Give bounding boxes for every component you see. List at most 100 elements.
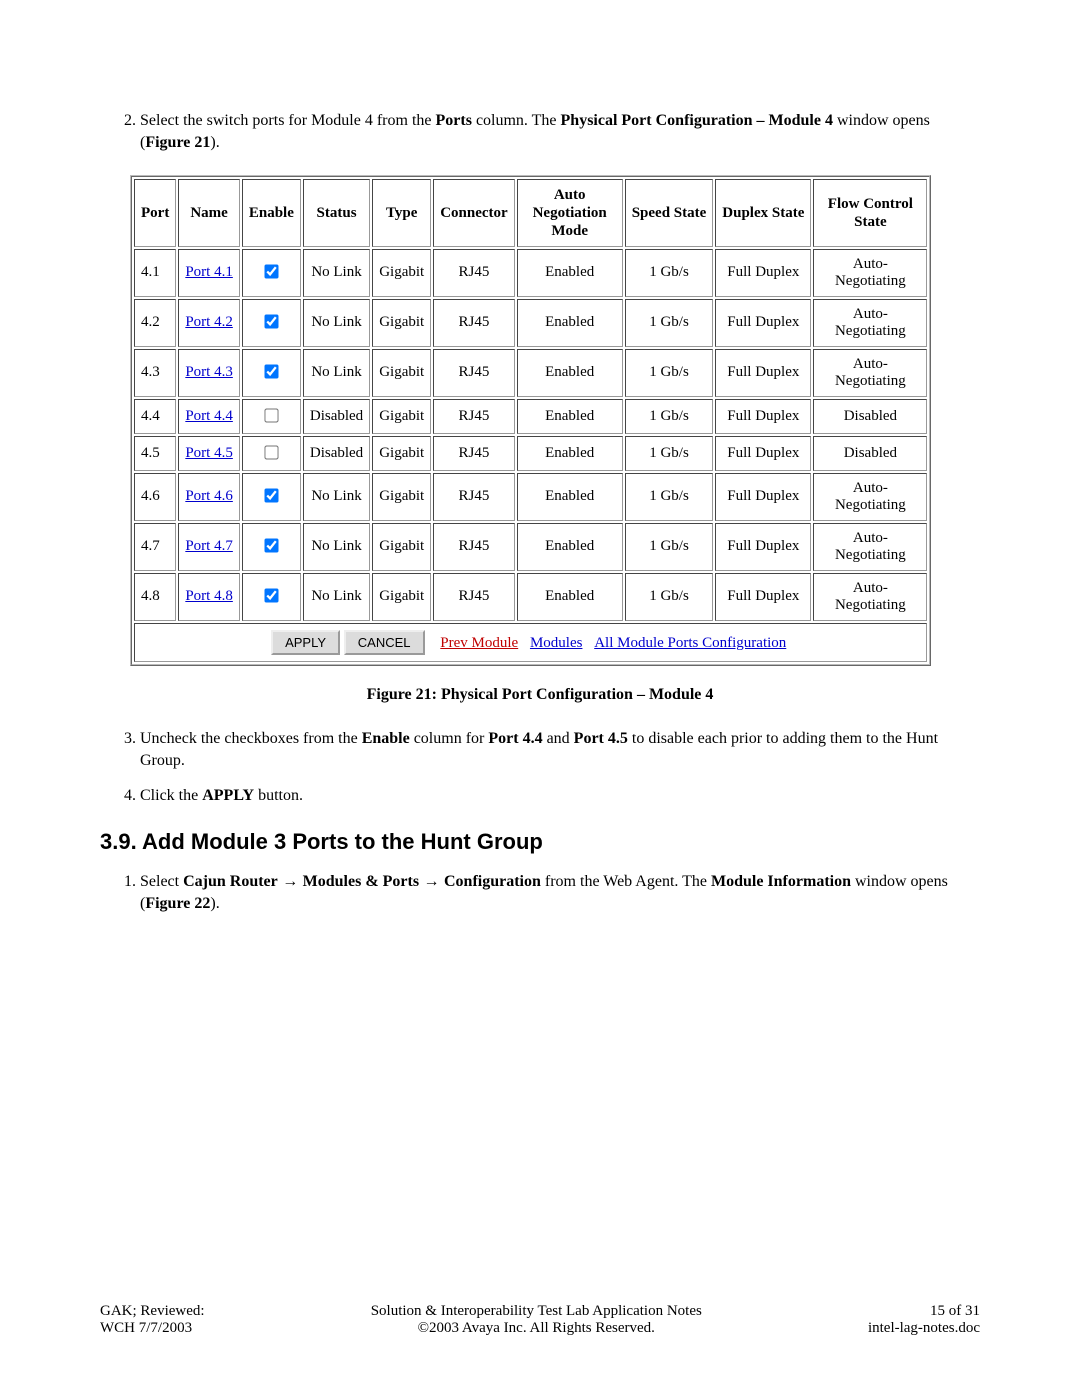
step3-mid1: column for: [410, 730, 489, 747]
enable-checkbox[interactable]: [265, 408, 279, 422]
port-link[interactable]: Port 4.1: [185, 264, 233, 280]
s391-b5: Figure 22: [145, 895, 210, 912]
step3-prefix: Uncheck the checkboxes from the: [140, 730, 362, 747]
cell-enable: [242, 436, 301, 471]
figure-caption: Figure 21: Physical Port Configuration –…: [100, 686, 980, 704]
modules-link[interactable]: Modules: [530, 635, 583, 651]
port-link[interactable]: Port 4.5: [185, 445, 233, 461]
step2-b3: Figure 21: [145, 134, 210, 151]
step-4: Click the APPLY button.: [140, 785, 980, 807]
cell-status: No Link: [303, 349, 370, 397]
th-speed: Speed State: [625, 179, 714, 247]
step-list-2: Uncheck the checkboxes from the Enable c…: [100, 728, 980, 807]
cell-speed: 1 Gb/s: [625, 249, 714, 297]
cell-duplex: Full Duplex: [715, 523, 811, 571]
table-row: 4.2Port 4.2No LinkGigabitRJ45Enabled1 Gb…: [134, 299, 927, 347]
cell-flow: Disabled: [813, 399, 927, 434]
enable-checkbox[interactable]: [265, 489, 279, 503]
enable-checkbox[interactable]: [265, 265, 279, 279]
cell-connector: RJ45: [433, 473, 515, 521]
cell-name: Port 4.7: [178, 523, 240, 571]
table-row: 4.7Port 4.7No LinkGigabitRJ45Enabled1 Gb…: [134, 523, 927, 571]
enable-checkbox[interactable]: [265, 539, 279, 553]
enable-checkbox[interactable]: [265, 445, 279, 459]
th-type: Type: [372, 179, 431, 247]
apply-button[interactable]: APPLY: [271, 630, 340, 655]
table-row: 4.6Port 4.6No LinkGigabitRJ45Enabled1 Gb…: [134, 473, 927, 521]
port-link[interactable]: Port 4.7: [185, 538, 233, 554]
footer-left: GAK; Reviewed: WCH 7/7/2003: [100, 1303, 205, 1337]
cell-auto-negotiation: Enabled: [517, 399, 623, 434]
cell-duplex: Full Duplex: [715, 473, 811, 521]
th-connector: Connector: [433, 179, 515, 247]
cell-port: 4.1: [134, 249, 176, 297]
table-row: 4.8Port 4.8No LinkGigabitRJ45Enabled1 Gb…: [134, 573, 927, 621]
cell-status: No Link: [303, 249, 370, 297]
cell-port: 4.8: [134, 573, 176, 621]
table-action-row: APPLY CANCEL Prev Module Modules All Mod…: [134, 623, 927, 662]
cell-name: Port 4.4: [178, 399, 240, 434]
footer-right1: 15 of 31: [868, 1303, 980, 1320]
step-3: Uncheck the checkboxes from the Enable c…: [140, 728, 980, 773]
s391-b4: Module Information: [711, 873, 851, 890]
cell-name: Port 4.1: [178, 249, 240, 297]
s391-b2: Modules & Ports: [303, 873, 419, 890]
cell-auto-negotiation: Enabled: [517, 473, 623, 521]
cell-duplex: Full Duplex: [715, 299, 811, 347]
arrow-icon-1: →: [278, 873, 303, 890]
step3-b3: Port 4.5: [574, 730, 628, 747]
s391-b3: Configuration: [444, 873, 541, 890]
cell-status: No Link: [303, 299, 370, 347]
cell-enable: [242, 299, 301, 347]
port-link[interactable]: Port 4.6: [185, 488, 233, 504]
cell-flow: Auto-Negotiating: [813, 349, 927, 397]
port-link[interactable]: Port 4.2: [185, 314, 233, 330]
step-list-3: Select Cajun Router → Modules & Ports → …: [100, 871, 980, 916]
cell-name: Port 4.2: [178, 299, 240, 347]
prev-module-link[interactable]: Prev Module: [440, 635, 518, 651]
footer-center1: Solution & Interoperability Test Lab App…: [205, 1303, 868, 1320]
s391-suffix: ).: [210, 895, 219, 912]
table-header-row: Port Name Enable Status Type Connector A…: [134, 179, 927, 247]
enable-checkbox[interactable]: [265, 589, 279, 603]
cell-flow: Auto-Negotiating: [813, 473, 927, 521]
cell-connector: RJ45: [433, 299, 515, 347]
th-duplex: Duplex State: [715, 179, 811, 247]
cell-speed: 1 Gb/s: [625, 523, 714, 571]
table-row: 4.5Port 4.5DisabledGigabitRJ45Enabled1 G…: [134, 436, 927, 471]
all-ports-config-link[interactable]: All Module Ports Configuration: [594, 635, 786, 651]
th-port: Port: [134, 179, 176, 247]
cell-enable: [242, 249, 301, 297]
cell-type: Gigabit: [372, 399, 431, 434]
cell-name: Port 4.3: [178, 349, 240, 397]
cell-type: Gigabit: [372, 299, 431, 347]
step3-b1: Enable: [362, 730, 410, 747]
cell-name: Port 4.6: [178, 473, 240, 521]
cell-flow: Disabled: [813, 436, 927, 471]
port-link[interactable]: Port 4.8: [185, 588, 233, 604]
cell-name: Port 4.5: [178, 436, 240, 471]
table-row: 4.4Port 4.4DisabledGigabitRJ45Enabled1 G…: [134, 399, 927, 434]
ports-table: Port Name Enable Status Type Connector A…: [130, 175, 931, 666]
cell-port: 4.4: [134, 399, 176, 434]
step3-b2: Port 4.4: [488, 730, 542, 747]
port-link[interactable]: Port 4.4: [185, 408, 233, 424]
page-footer: GAK; Reviewed: WCH 7/7/2003 Solution & I…: [100, 1303, 980, 1337]
cell-connector: RJ45: [433, 399, 515, 434]
th-enable: Enable: [242, 179, 301, 247]
footer-center2: ©2003 Avaya Inc. All Rights Reserved.: [205, 1320, 868, 1337]
cell-port: 4.2: [134, 299, 176, 347]
cell-status: No Link: [303, 523, 370, 571]
cell-auto-negotiation: Enabled: [517, 249, 623, 297]
cell-auto-negotiation: Enabled: [517, 573, 623, 621]
enable-checkbox[interactable]: [265, 315, 279, 329]
cell-duplex: Full Duplex: [715, 249, 811, 297]
enable-checkbox[interactable]: [265, 365, 279, 379]
cell-enable: [242, 523, 301, 571]
cancel-button[interactable]: CANCEL: [344, 630, 425, 655]
cell-auto-negotiation: Enabled: [517, 523, 623, 571]
section-heading-3-9: 3.9. Add Module 3 Ports to the Hunt Grou…: [100, 829, 980, 855]
footer-left2: WCH 7/7/2003: [100, 1320, 205, 1337]
cell-type: Gigabit: [372, 349, 431, 397]
port-link[interactable]: Port 4.3: [185, 364, 233, 380]
